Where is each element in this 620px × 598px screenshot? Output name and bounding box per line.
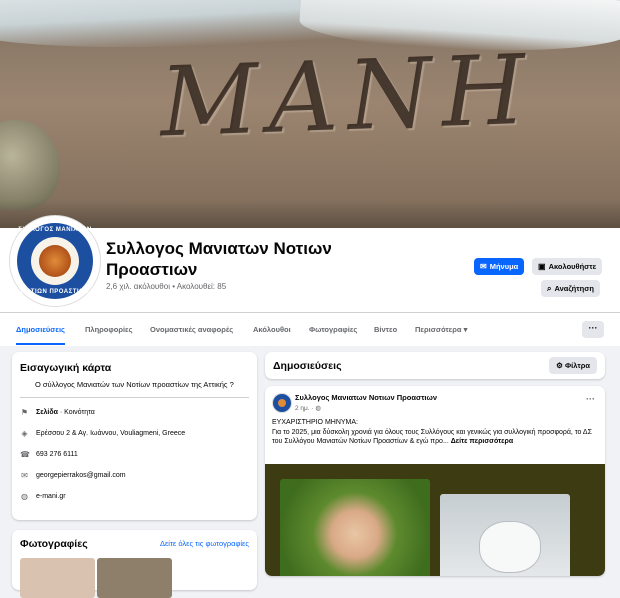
- search-button[interactable]: ⌕ Αναζήτηση: [541, 280, 600, 297]
- address-row[interactable]: ◈ Ερέσσου 2 & Αγ. Ιωάννου, Vouliagmeni, …: [20, 427, 185, 439]
- globe-icon: ◍: [315, 405, 322, 412]
- search-icon: ⌕: [547, 283, 552, 293]
- divider: [20, 397, 249, 398]
- website-row[interactable]: ◍ e-mani.gr: [20, 490, 66, 502]
- posts-header: Δημοσιεύσεις ⚙ Φίλτρα: [265, 352, 605, 379]
- tab-photos[interactable]: Φωτογραφίες: [309, 313, 357, 345]
- rock: [0, 120, 60, 210]
- phone-row[interactable]: ☎ 693 276 6111: [20, 448, 78, 460]
- hands-photo: [280, 479, 430, 576]
- tab-followers[interactable]: Ακόλουθοι: [253, 313, 291, 345]
- piggy-bank-photo: [440, 494, 570, 576]
- more-options-button[interactable]: ···: [582, 321, 604, 338]
- avatar-text-top: ΣΥΛΛΟΓΟΣ ΜΑΝΙΑΤΩΝ: [18, 227, 92, 233]
- intro-bio: Ο σύλλογος Μανιατών των Νοτίων προαστίων…: [35, 380, 234, 389]
- photo-thumbnail[interactable]: [20, 558, 95, 598]
- followers-count[interactable]: 2,6 χιλ. ακόλουθοι • Ακολουθεί: 85: [106, 282, 226, 291]
- avatar[interactable]: ΣΥΛΛΟΓΟΣ ΜΑΝΙΑΤΩΝ ΝΟΤΙΩΝ ΠΡΟΑΣΤΙΩΝ: [10, 216, 100, 306]
- cover-photo[interactable]: ΜΑΝΗ: [0, 0, 620, 228]
- globe-icon: ◍: [21, 491, 28, 501]
- emblem-icon: [39, 245, 71, 277]
- post-author[interactable]: Συλλογος Μανιατων Νοτιων Προαστιων: [295, 393, 437, 402]
- tab-more[interactable]: Περισσότερα ▾: [415, 313, 467, 345]
- page-title: Συλλογος Μανιατων Νοτιων Προαστιων: [106, 239, 332, 279]
- email-icon: ✉: [21, 470, 28, 480]
- post-time[interactable]: 2 ημ. · ◍: [295, 404, 321, 412]
- intro-title: Εισαγωγική κάρτα: [20, 362, 112, 374]
- post-card: Συλλογος Μανιατων Νοτιων Προαστιων 2 ημ.…: [265, 386, 605, 576]
- messenger-icon: ✉: [480, 262, 487, 271]
- post-avatar[interactable]: [272, 393, 292, 413]
- avatar-text-bottom: ΝΟΤΙΩΝ ΠΡΟΑΣΤΙΩΝ: [20, 289, 90, 295]
- tab-posts[interactable]: Δημοσιεύσεις: [16, 313, 65, 345]
- follow-button[interactable]: ▣ Ακολουθήστε: [532, 258, 603, 275]
- photos-card: Φωτογραφίες Δείτε όλες τις φωτογραφίες: [12, 530, 257, 598]
- follow-icon: ▣: [538, 262, 546, 271]
- posts-title: Δημοσιεύσεις: [273, 360, 342, 372]
- page-tabs: Δημοσιεύσεις Πληροφορίες Ονομαστικές ανα…: [0, 312, 620, 346]
- photo-thumbnail[interactable]: [97, 558, 172, 598]
- phone-icon: ☎: [20, 449, 30, 459]
- post-image[interactable]: [265, 464, 605, 576]
- location-icon: ◈: [21, 428, 28, 438]
- post-options-icon[interactable]: ···: [586, 394, 595, 404]
- tab-about[interactable]: Πληροφορίες: [85, 313, 133, 345]
- post-text: ΕΥΧΑΡΙΣΤΗΡΙΟ ΜΗΝΥΜΑ: Για το 2025, μια δύ…: [272, 419, 592, 445]
- filter-icon: ⚙: [556, 361, 565, 370]
- see-more-link[interactable]: Δείτε περισσότερα: [451, 438, 513, 445]
- cover-sand-text: ΜΑΝΗ: [158, 33, 538, 159]
- intro-card: Εισαγωγική κάρτα Ο σύλλογος Μανιατών των…: [12, 352, 257, 520]
- flag-icon: ⚑: [20, 407, 29, 417]
- filters-button[interactable]: ⚙ Φίλτρα: [549, 357, 597, 374]
- email-row[interactable]: ✉ georgepierrakos@gmail.com: [20, 469, 125, 481]
- photos-title: Φωτογραφίες: [20, 538, 88, 550]
- see-all-photos-link[interactable]: Δείτε όλες τις φωτογραφίες: [160, 539, 249, 548]
- tab-videos[interactable]: Βίντεο: [374, 313, 397, 345]
- page-type-row: ⚑ Σελίδα · Κοινότητα: [20, 407, 95, 417]
- tab-mentions[interactable]: Ονομαστικές αναφορές: [150, 313, 233, 345]
- message-button[interactable]: ✉ Μήνυμα: [474, 258, 525, 275]
